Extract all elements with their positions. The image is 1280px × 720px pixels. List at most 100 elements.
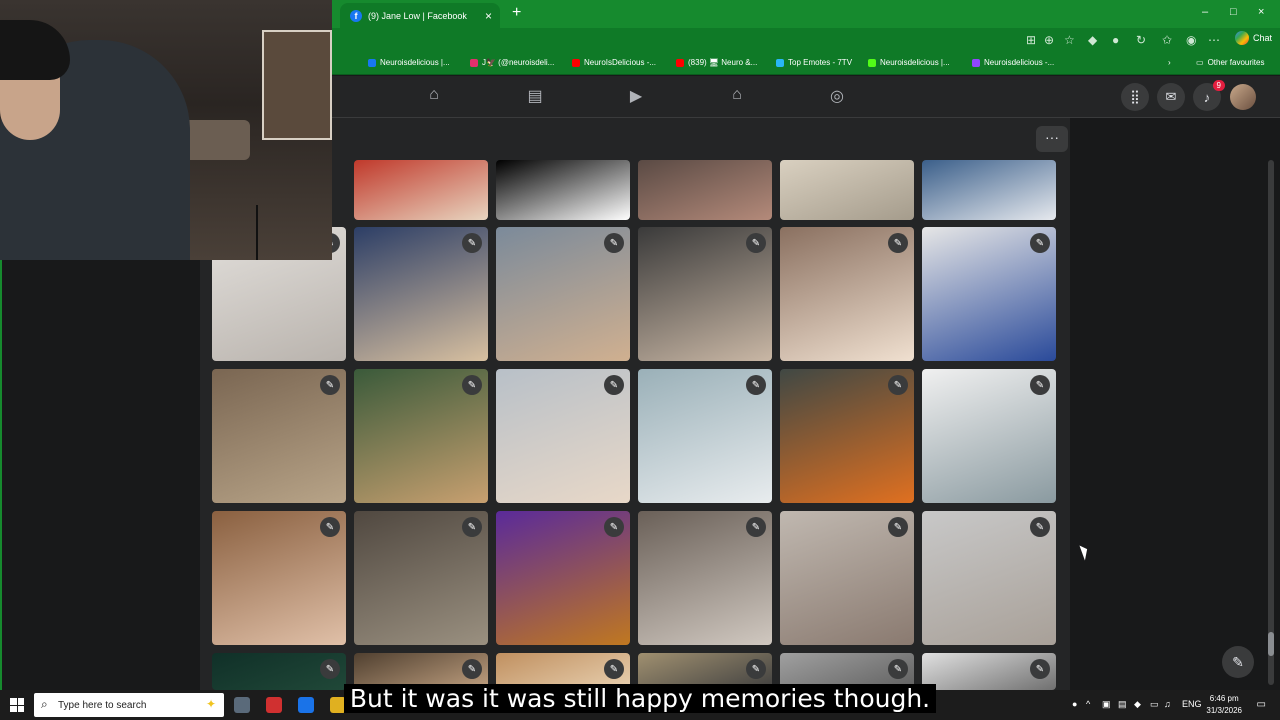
bookmark-item[interactable]: (839) 🖥 Neuro &... (676, 58, 757, 67)
marketplace-icon[interactable]: ⌂ (727, 86, 747, 106)
bookmark-favicon-icon (572, 58, 580, 67)
photo-tile[interactable]: ✎ (638, 511, 772, 645)
edit-photo-icon[interactable]: ✎ (320, 375, 340, 395)
photo-tile[interactable] (780, 160, 914, 220)
photo-tile[interactable]: ✎ (922, 369, 1056, 503)
compose-icon: ✎ (1232, 653, 1244, 670)
edit-photo-icon[interactable]: ✎ (604, 375, 624, 395)
profile-avatar[interactable] (1230, 84, 1256, 110)
photo-tile[interactable]: ✎ (496, 227, 630, 361)
address-bar-row: ⊞ ⊕ ☆ ◆ ● ↻ ✩ ◉ ⋯ Chat (332, 28, 1280, 52)
maximize-button[interactable]: □ (1230, 6, 1237, 18)
video-icon[interactable]: ▶ (626, 86, 646, 106)
home-icon[interactable]: ⌂ (424, 86, 444, 106)
profile-icon[interactable]: ◉ (1186, 33, 1196, 47)
bookmark-favicon-icon (868, 58, 876, 67)
extension-icon[interactable]: ◆ (1088, 33, 1097, 47)
photo-tile[interactable]: ✎ (638, 227, 772, 361)
photo-tile[interactable] (496, 160, 630, 220)
edit-photo-icon[interactable]: ✎ (746, 659, 766, 679)
bookmarks-overflow-icon[interactable]: › (1168, 58, 1171, 67)
edit-photo-icon[interactable]: ✎ (888, 517, 908, 537)
edit-photo-icon[interactable]: ✎ (320, 517, 340, 537)
photo-tile[interactable]: ✎ (780, 511, 914, 645)
photo-tile[interactable]: ✎ (638, 369, 772, 503)
window-close-button[interactable]: × (1258, 6, 1264, 18)
bookmark-favicon-icon (676, 58, 684, 67)
messenger-icon[interactable]: ✉ (1157, 83, 1185, 111)
edit-photo-icon[interactable]: ✎ (1030, 517, 1050, 537)
tab-facebook[interactable]: f (9) Jane Low | Facebook × (340, 3, 500, 28)
notifications-button[interactable]: ♪ 9 (1193, 80, 1225, 111)
edit-photo-icon[interactable]: ✎ (462, 375, 482, 395)
bookmark-item[interactable]: Neuroisdelicious |... (868, 58, 950, 67)
photo-tile[interactable]: ✎ (780, 369, 914, 503)
app-install-icon[interactable]: ⊞ (1026, 33, 1036, 47)
edit-photo-icon[interactable]: ✎ (888, 375, 908, 395)
photo-tile[interactable]: ✎ (780, 227, 914, 361)
photo-tile[interactable] (354, 160, 488, 220)
edit-photo-icon[interactable]: ✎ (746, 517, 766, 537)
tab-close-icon[interactable]: × (485, 9, 492, 23)
edit-photo-icon[interactable]: ✎ (462, 233, 482, 253)
copilot-chat-button[interactable]: Chat (1234, 31, 1272, 45)
mouse-cursor-icon (1079, 543, 1091, 561)
bookmark-item[interactable]: Neuroisdelicious -... (972, 58, 1054, 67)
new-tab-button[interactable]: + (512, 4, 521, 22)
photo-tile[interactable]: ✎ (496, 511, 630, 645)
screen: f (9) Jane Low | Facebook × + – □ × ⊞ ⊕ … (0, 0, 1280, 720)
edit-photo-icon[interactable]: ✎ (746, 375, 766, 395)
favorites-icon[interactable]: ✩ (1162, 33, 1172, 47)
other-favourites[interactable]: ▭ Other favourites (1196, 58, 1264, 67)
photo-tile[interactable]: ✎ (496, 369, 630, 503)
photo-tile[interactable]: ✎ (212, 511, 346, 645)
bookmark-favicon-icon (470, 58, 478, 67)
edit-photo-icon[interactable]: ✎ (1030, 233, 1050, 253)
bookmark-item[interactable]: Neuroisdelicious |... (368, 58, 450, 67)
minimize-button[interactable]: – (1202, 6, 1208, 18)
photo-tile[interactable] (922, 160, 1056, 220)
edit-photo-icon[interactable]: ✎ (462, 659, 482, 679)
edit-photo-icon[interactable]: ✎ (604, 517, 624, 537)
webcam-overlay (0, 0, 332, 260)
bookmark-star-icon[interactable]: ☆ (1064, 33, 1075, 47)
refresh-extension-icon[interactable]: ↻ (1136, 33, 1146, 47)
facebook-top-nav: ⌂ ▤ ▶ ⌂ ◎ ⣿ ✉ ♪ 9 (332, 76, 1280, 118)
edit-photo-icon[interactable]: ✎ (888, 233, 908, 253)
extension-icon[interactable]: ● (1112, 33, 1119, 47)
bookmark-item[interactable]: Top Emotes - 7TV (776, 58, 852, 67)
photo-tile[interactable]: ✎ (354, 369, 488, 503)
photo-tile[interactable]: ✎ (354, 511, 488, 645)
scrollbar-thumb[interactable] (1268, 632, 1274, 656)
groups-icon[interactable]: ◎ (827, 86, 847, 106)
bookmark-item[interactable]: NeuroIsDelicious -... (572, 58, 656, 67)
photo-tile[interactable] (638, 160, 772, 220)
facebook-favicon-icon: f (350, 9, 362, 22)
browser-tab-strip: f (9) Jane Low | Facebook × + – □ × (332, 0, 1280, 28)
edit-photo-icon[interactable]: ✎ (320, 659, 340, 679)
notification-badge: 9 (1212, 80, 1225, 91)
more-options-button[interactable]: ··· (1036, 126, 1068, 152)
photo-tile[interactable]: ✎ (922, 511, 1056, 645)
edit-photo-icon[interactable]: ✎ (746, 233, 766, 253)
browser-menu-icon[interactable]: ⋯ (1208, 33, 1220, 47)
edit-photo-icon[interactable]: ✎ (1030, 375, 1050, 395)
menu-grid-icon[interactable]: ⣿ (1121, 83, 1149, 111)
edit-photo-icon[interactable]: ✎ (462, 517, 482, 537)
photo-tile[interactable]: ✎ (922, 227, 1056, 361)
edit-photo-icon[interactable]: ✎ (604, 659, 624, 679)
bookmark-favicon-icon (972, 58, 980, 67)
photo-tile[interactable]: ✎ (212, 369, 346, 503)
subtitle-caption: But it was it was still happy memories t… (0, 684, 1280, 713)
edit-photo-icon[interactable]: ✎ (888, 659, 908, 679)
bookmark-item[interactable]: J🦅 (@neuroisdeli... (470, 58, 554, 67)
edit-photo-icon[interactable]: ✎ (1030, 659, 1050, 679)
compose-message-button[interactable]: ✎ (1222, 646, 1254, 678)
zoom-icon[interactable]: ⊕ (1044, 33, 1054, 47)
photo-tile[interactable]: ✎ (354, 227, 488, 361)
feeds-icon[interactable]: ▤ (525, 86, 545, 106)
bookmarks-bar: Neuroisdelicious |... J🦅 (@neuroisdeli..… (332, 52, 1280, 75)
chat-label: Chat (1252, 33, 1272, 43)
scrollbar-track[interactable] (1268, 160, 1274, 685)
edit-photo-icon[interactable]: ✎ (604, 233, 624, 253)
